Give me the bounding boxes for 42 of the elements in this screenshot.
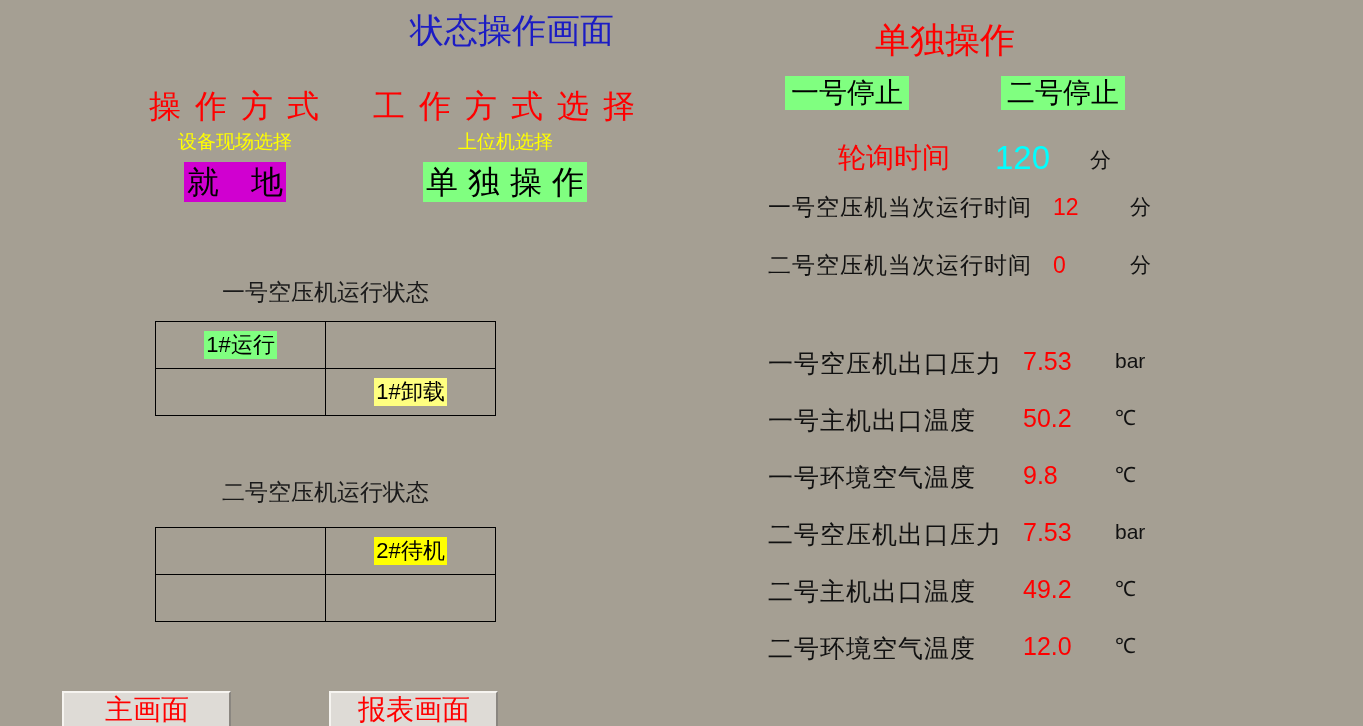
runtime-label: 二号空压机当次运行时间 (768, 251, 1033, 279)
unit-text: 分 (1090, 147, 1111, 173)
unit-text: bar (1115, 347, 1146, 374)
unit-text: ℃ (1115, 632, 1136, 659)
unit-text: ℃ (1115, 461, 1136, 488)
section-title: 二号空压机运行状态 (222, 478, 429, 506)
measurement-value: 7.53 (1023, 345, 1073, 376)
measurement-label: 一号主机出口温度 (768, 405, 977, 436)
measurement-value: 12.0 (1023, 630, 1073, 661)
mode-indicator: 单 独 操 作 (422, 162, 588, 202)
mode-subheading: 上位机选择 (457, 130, 553, 152)
measurement-label: 二号环境空气温度 (768, 633, 977, 664)
section-title: 一号空压机运行状态 (222, 278, 429, 306)
measurement-label: 一号空压机出口压力 (768, 348, 1003, 379)
measurement-value: 7.53 (1023, 516, 1073, 547)
polling-value: 120 (995, 139, 1052, 177)
status-indicator: 2#待机 (374, 537, 447, 565)
status-indicator: 1#卸载 (374, 378, 447, 406)
panel-title: 单独操作 (875, 20, 1015, 60)
measurement-label: 二号空压机出口压力 (768, 519, 1003, 550)
measurement-value: 9.8 (1023, 459, 1059, 490)
runtime-label: 一号空压机当次运行时间 (768, 193, 1033, 221)
mode-heading: 操 作 方 式 (148, 86, 322, 126)
mode-indicator: 就 地 (184, 162, 286, 202)
unit-text: 分 (1130, 252, 1151, 278)
screen-title: 状态操作画面 (410, 10, 614, 50)
measurement-value: 49.2 (1023, 573, 1073, 604)
mode-subheading: 设备现场选择 (178, 130, 292, 152)
mode-heading: 工 作 方 式 选 择 (372, 86, 638, 126)
unit-text: ℃ (1115, 575, 1136, 602)
measurement-label: 一号环境空气温度 (768, 462, 977, 493)
unit-text: ℃ (1115, 404, 1136, 431)
unit-text: 分 (1130, 194, 1151, 220)
measurement-value: 50.2 (1023, 402, 1073, 433)
measurement-label: 二号主机出口温度 (768, 576, 977, 607)
polling-label: 轮询时间 (838, 141, 951, 175)
stop-button[interactable]: 二号停止 (1001, 76, 1125, 110)
runtime-value: 0 (1053, 251, 1067, 279)
runtime-value: 12 (1053, 193, 1080, 221)
unit-text: bar (1115, 518, 1146, 545)
status-indicator: 1#运行 (204, 331, 277, 359)
stop-button[interactable]: 一号停止 (785, 76, 909, 110)
